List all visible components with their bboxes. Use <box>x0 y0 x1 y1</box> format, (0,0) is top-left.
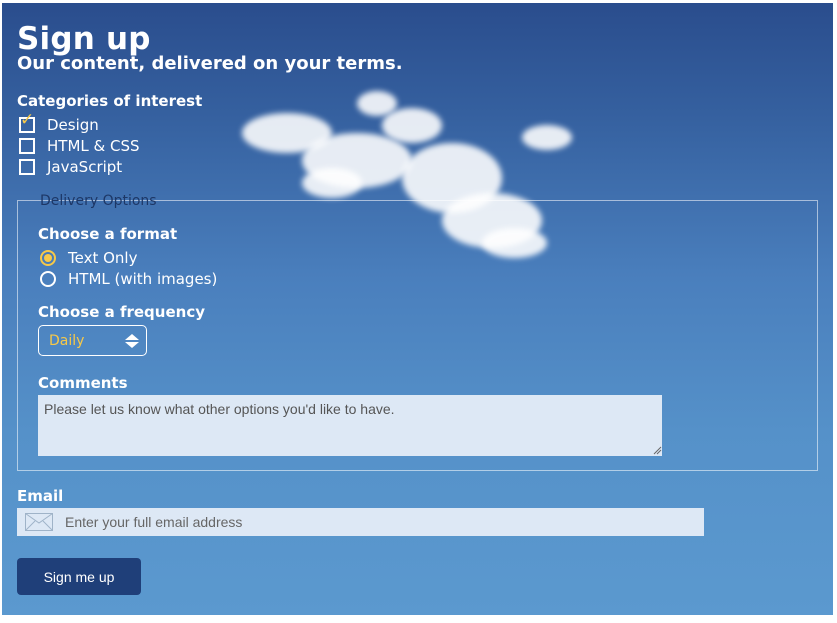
checkbox-icon[interactable] <box>19 138 35 154</box>
sign-up-button[interactable]: Sign me up <box>17 558 141 595</box>
frequency-value: Daily <box>49 332 85 349</box>
checkbox-label: JavaScript <box>47 158 123 176</box>
checkbox-icon[interactable] <box>19 159 35 175</box>
categories-label: Categories of interest <box>17 92 203 110</box>
delivery-options-legend: Delivery Options <box>40 193 157 209</box>
checkbox-label: Design <box>47 116 99 134</box>
radio-html-images[interactable]: HTML (with images) <box>40 270 217 288</box>
radio-icon[interactable] <box>40 271 56 287</box>
comments-label: Comments <box>38 374 128 392</box>
radio-selected-icon[interactable] <box>40 250 56 266</box>
radio-label: HTML (with images) <box>68 270 218 288</box>
page-title: Sign up <box>17 21 151 57</box>
checkbox-html-css[interactable]: HTML & CSS <box>19 137 140 155</box>
format-label: Choose a format <box>38 225 178 243</box>
checkbox-checked-icon[interactable]: ✓ <box>19 112 35 133</box>
checkbox-design[interactable]: ✓ Design <box>19 112 99 134</box>
select-arrows-icon <box>125 334 139 348</box>
signup-panel: Sign up Our content, delivered on your t… <box>2 3 833 615</box>
comments-textarea[interactable]: Please let us know what other options yo… <box>38 395 662 456</box>
page-subtitle: Our content, delivered on your terms. <box>17 53 403 74</box>
radio-label: Text Only <box>68 249 138 267</box>
frequency-label: Choose a frequency <box>38 303 205 321</box>
checkbox-javascript[interactable]: JavaScript <box>19 158 122 176</box>
radio-text-only[interactable]: Text Only <box>40 249 137 267</box>
email-label: Email <box>17 487 64 505</box>
checkbox-label: HTML & CSS <box>47 137 140 155</box>
email-input[interactable]: Enter your full email address <box>17 508 704 536</box>
frequency-select[interactable]: Daily <box>38 325 147 356</box>
email-placeholder: Enter your full email address <box>65 514 243 530</box>
resize-handle-icon[interactable] <box>652 445 662 455</box>
envelope-icon <box>25 513 53 531</box>
